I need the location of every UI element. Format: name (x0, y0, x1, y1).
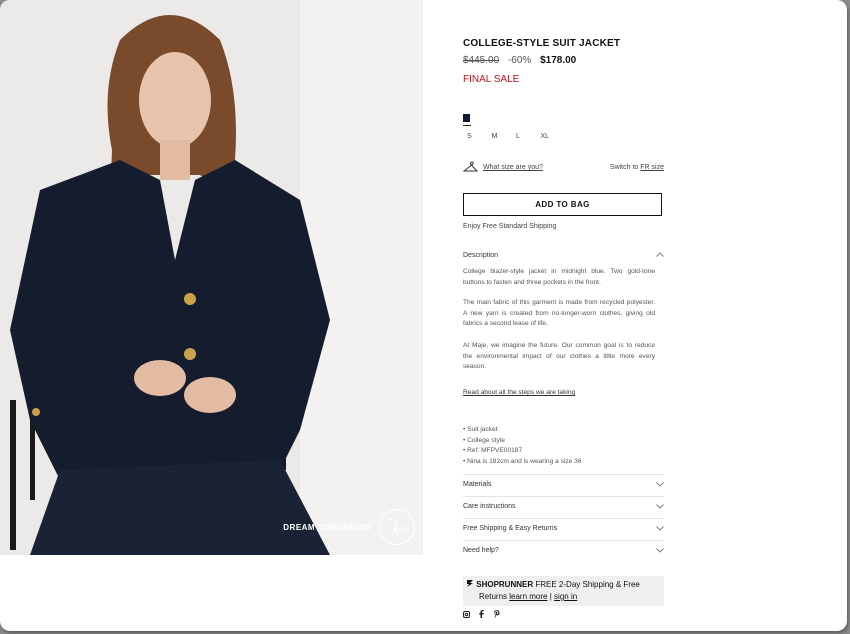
shoprunner-separator: | (549, 592, 552, 601)
size-option-l[interactable]: L (516, 133, 541, 140)
add-to-bag-button[interactable]: ADD TO BAG (463, 193, 662, 216)
accordion-need-help[interactable]: Need help? (463, 540, 664, 563)
pinterest-icon[interactable] (493, 605, 500, 623)
chevron-down-icon (656, 504, 664, 511)
shoprunner-offer: SHOPRUNNER FREE 2-Day Shipping & Free (466, 579, 640, 589)
chevron-up-icon (656, 252, 664, 259)
facebook-icon[interactable] (479, 605, 484, 623)
shoprunner-returns-text: Returns (479, 592, 508, 601)
list-item: • Nina is 182cm and is wearing a size 36 (463, 457, 582, 465)
accordion-label: Care instructions (463, 503, 516, 510)
size-guide-link[interactable]: What size are you? (483, 164, 543, 171)
browser-window: DREAM TOMORROW COLLEGE-STYLE SUIT JACKET… (0, 0, 847, 631)
shoprunner-learn-more-link[interactable]: learn more (509, 592, 547, 601)
accordion-shipping-returns[interactable]: Free Shipping & Easy Returns (463, 518, 664, 541)
accordion-label: Need help? (463, 547, 499, 554)
social-share-row (463, 605, 500, 623)
globe-icon (379, 509, 415, 545)
shoprunner-sign-in-link[interactable]: sign in (554, 592, 577, 601)
product-details-list: • Suit jacket • College style • Ref: MFP… (463, 425, 582, 467)
original-price: $445.00 (463, 55, 500, 66)
accordion-care-instructions[interactable]: Care instructions (463, 496, 664, 519)
shoprunner-offer-text: FREE 2-Day Shipping & Free (535, 580, 640, 589)
description-paragraph-1: College blazer-style jacket in midnight … (463, 268, 655, 286)
description-paragraph-3: At Maje, we imagine the future. Our comm… (463, 342, 655, 371)
list-item: • Suit jacket (463, 426, 498, 433)
product-title: COLLEGE-STYLE SUIT JACKET (463, 38, 621, 49)
hanger-icon (462, 161, 479, 175)
model-illustration (0, 0, 423, 555)
color-swatch-midnight-blue[interactable] (463, 114, 470, 122)
sale-price: $178.00 (540, 55, 577, 66)
selected-swatch-indicator (463, 125, 471, 126)
shoprunner-icon (466, 580, 476, 589)
shipping-note: Enjoy Free Standard Shipping (463, 223, 557, 230)
chevron-down-icon (656, 526, 664, 533)
size-option-s[interactable]: S (467, 133, 492, 140)
read-more-link[interactable]: Read about all the steps we are taking (463, 389, 575, 396)
instagram-icon[interactable] (463, 605, 470, 623)
accordion-label: Free Shipping & Easy Returns (463, 525, 558, 532)
size-switch: Switch to FR size (610, 164, 664, 171)
final-sale-label: FINAL SALE (463, 74, 520, 85)
list-item: • Ref: MFPVE00187 (463, 447, 523, 455)
product-photo: DREAM TOMORROW (0, 0, 423, 555)
switch-prefix: Switch to (609, 164, 639, 171)
fr-size-link[interactable]: FR size (640, 164, 664, 171)
list-item: • College style (463, 436, 505, 444)
accordion-materials[interactable]: Materials (463, 474, 664, 497)
size-option-m[interactable]: M (492, 133, 517, 140)
price-row: $445.00 -60% $178.00 (463, 55, 576, 66)
shoprunner-links: Returns learn more | sign in (479, 592, 577, 601)
dream-tomorrow-badge: DREAM TOMORROW (283, 509, 415, 545)
description-header[interactable]: Description (463, 252, 664, 259)
discount-percent: -60% (507, 55, 532, 66)
description-title: Description (463, 252, 499, 259)
size-selector: S M L XL (467, 133, 565, 140)
shoprunner-brand: SHOPRUNNER (476, 580, 534, 589)
dream-tomorrow-label: DREAM TOMORROW (283, 522, 371, 532)
description-paragraph-2: The main fabric of this garment is made … (463, 299, 655, 328)
size-guide-row: What size are you? Switch to FR size (462, 161, 664, 175)
shoprunner-banner: SHOPRUNNER FREE 2-Day Shipping & Free Re… (463, 576, 664, 606)
chevron-down-icon (656, 482, 664, 489)
size-option-xl[interactable]: XL (541, 133, 566, 140)
chevron-down-icon (656, 548, 664, 555)
accordion-label: Materials (463, 481, 492, 488)
